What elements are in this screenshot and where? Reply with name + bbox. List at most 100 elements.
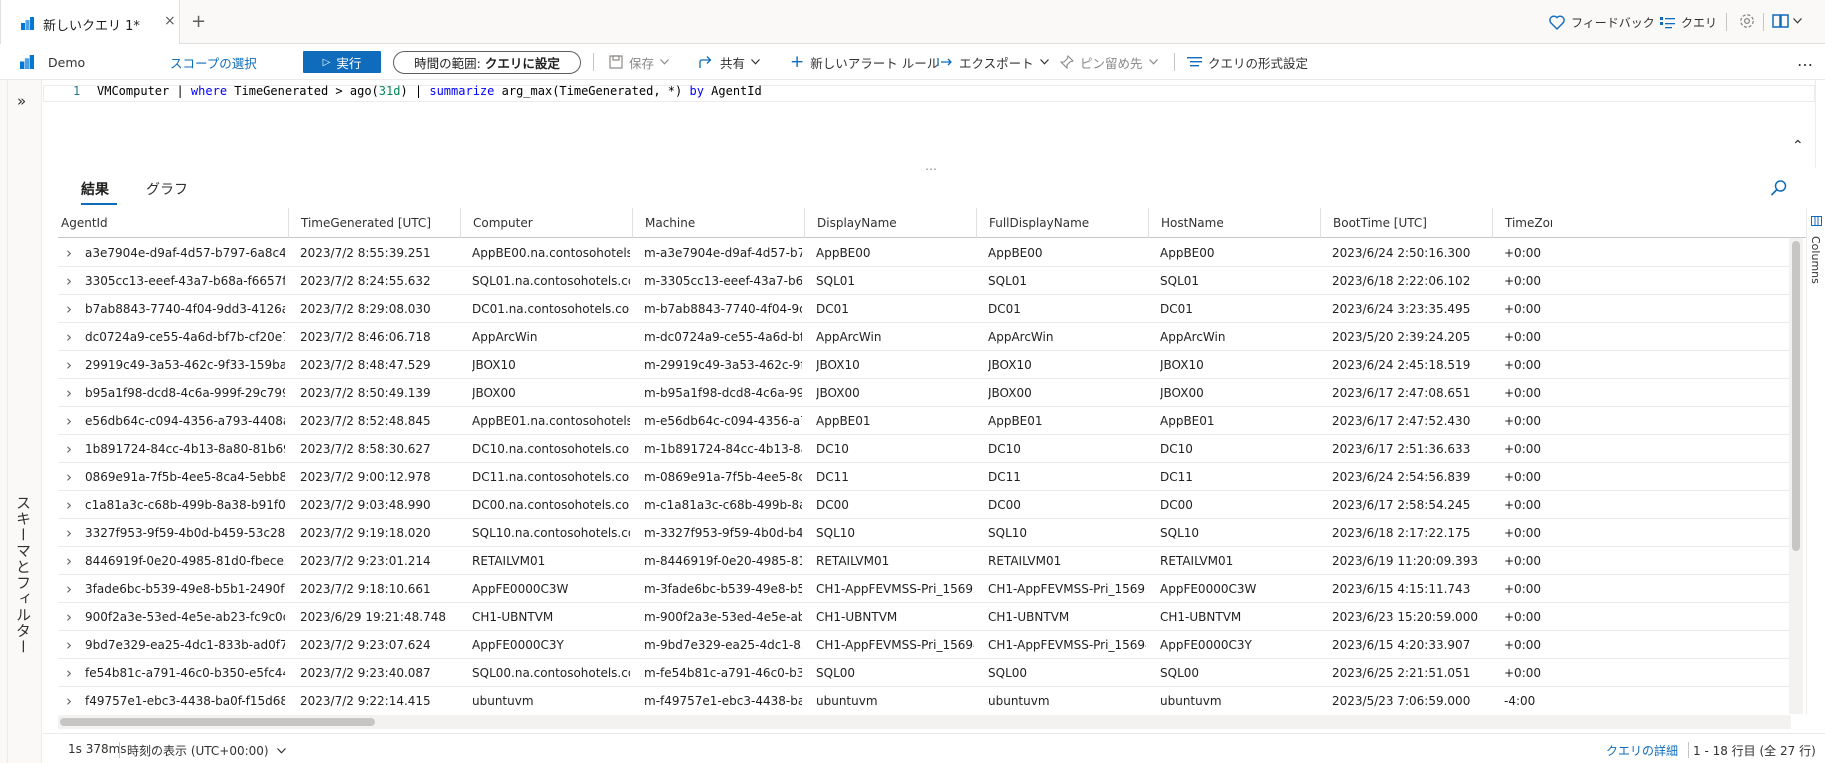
table-row[interactable]: › 3fade6bc-b539-49e8-b5b1-2490fe6d5709 202… [58, 575, 1790, 603]
expand-row-icon[interactable]: › [66, 491, 72, 519]
queries-button[interactable]: クエリ [1660, 14, 1717, 31]
table-row[interactable]: › 3327f953-9f59-4b0d-b459-53c28654a3bd 202… [58, 519, 1790, 547]
table-cell: CH1-UBNTVM [988, 610, 1070, 624]
query-editor[interactable]: 1 VMComputer | where TimeGenerated > ago… [43, 80, 1825, 168]
expand-row-icon[interactable]: › [66, 323, 72, 351]
table-row[interactable]: › b95a1f98-dcd8-4c6a-999f-29c799fd445b 202… [58, 379, 1790, 407]
expand-row-icon[interactable]: › [66, 631, 72, 659]
tab-chart[interactable]: グラフ [146, 179, 188, 199]
table-cell: m-3fade6bc-b539-49e8-b5b1-... [644, 582, 802, 596]
table-row[interactable]: › 0869e91a-7f5b-4ee5-8ca4-5ebb816d7a33 202… [58, 463, 1790, 491]
expand-row-icon[interactable]: › [66, 687, 72, 714]
table-cell: m-900f2a3e-53ed-4e5e-ab23-f... [644, 610, 802, 624]
query-tab[interactable]: 新しいクエリ 1* × [0, 0, 180, 44]
column-header[interactable]: DisplayName [804, 208, 976, 238]
table-row[interactable]: › b7ab8843-7740-4f04-9dd3-4126a776f1cb 202… [58, 295, 1790, 323]
expand-row-icon[interactable]: › [66, 547, 72, 575]
pin-to-button[interactable]: ピン留め先 [1060, 44, 1158, 80]
table-row[interactable]: › 8446919f-0e20-4985-81d0-fbece559568a 202… [58, 547, 1790, 575]
table-row[interactable]: › 9bd7e329-ea25-4dc1-833b-ad0f78b8bf57 202… [58, 631, 1790, 659]
timezone-selector[interactable]: 時刻の表示 (UTC+00:00) [127, 742, 286, 759]
table-cell: m-29919c49-3a53-462c-9f33-1... [644, 358, 802, 372]
table-cell: 2023/6/19 11:20:09.393 [1332, 554, 1478, 568]
splitter-handle[interactable]: … [925, 159, 938, 173]
more-options-button[interactable]: … [1797, 51, 1814, 70]
expand-row-icon[interactable]: › [66, 463, 72, 491]
column-header[interactable]: BootTime [UTC] [1320, 208, 1492, 238]
scroll-thumb[interactable] [1792, 241, 1800, 551]
column-header[interactable]: HostName [1148, 208, 1320, 238]
table-row[interactable]: › a3e7904e-d9af-4d57-b797-6a8c42f49a39 202… [58, 239, 1790, 267]
table-row[interactable]: › 1b891724-84cc-4b13-8a80-81b69e8790ec 202… [58, 435, 1790, 463]
panel-border [7, 80, 8, 763]
table-row[interactable]: › 900f2a3e-53ed-4e5e-ab23-fc9c0d5e6d2a 202… [58, 603, 1790, 631]
query-details-link[interactable]: クエリの詳細 [1606, 742, 1678, 759]
expand-row-icon[interactable]: › [66, 575, 72, 603]
table-cell: m-1b891724-84cc-4b13-8a80-... [644, 442, 802, 456]
horizontal-scrollbar[interactable] [58, 715, 1791, 729]
expand-panel-icon[interactable]: » [17, 92, 26, 110]
line-number: 1 [73, 84, 81, 98]
tab-close-button[interactable]: × [164, 13, 176, 29]
table-cell: DC00 [816, 498, 849, 512]
save-button[interactable]: 保存 [609, 44, 669, 80]
new-alert-rule-button[interactable]: + 新しいアラート ルール [790, 44, 939, 80]
gear-icon[interactable] [1738, 12, 1756, 30]
query-text[interactable]: VMComputer | where TimeGenerated > ago(3… [97, 84, 762, 98]
expand-row-icon[interactable]: › [66, 379, 72, 407]
format-query-button[interactable]: クエリの形式設定 [1187, 44, 1308, 80]
table-cell: +0:00 [1504, 666, 1542, 680]
collapse-editor-icon[interactable]: ⌃ [1792, 138, 1804, 154]
table-row[interactable]: › f49757e1-ebc3-4438-ba0f-f15d68be686a 202… [58, 687, 1790, 714]
table-cell: 0869e91a-7f5b-4ee5-8ca4-5ebb816d7a33 [85, 470, 285, 484]
table-row[interactable]: › fe54b81c-a791-46c0-b350-e5fc44582f5f 202… [58, 659, 1790, 687]
export-button[interactable]: エクスポート [937, 44, 1049, 80]
table-row[interactable]: › dc0724a9-ce55-4a6d-bf7b-cf20e76622c9 202… [58, 323, 1790, 351]
table-cell: b95a1f98-dcd8-4c6a-999f-29c799fd445b [85, 386, 285, 400]
expand-row-icon[interactable]: › [66, 603, 72, 631]
share-button[interactable]: 共有 [699, 44, 760, 80]
scroll-thumb[interactable] [60, 718, 375, 726]
column-header[interactable]: AgentId [58, 208, 288, 238]
expand-row-icon[interactable]: › [66, 659, 72, 687]
log-analytics-icon [21, 17, 34, 30]
table-cell: DC10 [816, 442, 849, 456]
table-cell: CH1-AppFEVMSS-Pri_15694 [816, 638, 974, 652]
column-header[interactable]: FullDisplayName [976, 208, 1148, 238]
run-button[interactable]: ▷ 実行 [303, 51, 381, 73]
select-scope-link[interactable]: スコープの選択 [170, 44, 257, 80]
feedback-button[interactable]: フィードバック [1549, 14, 1655, 31]
tab-results[interactable]: 結果 [81, 179, 109, 199]
table-cell: 2023/7/2 8:24:55.632 [300, 274, 431, 288]
table-cell: +0:00 [1504, 274, 1542, 288]
column-header[interactable]: TimeZon [1492, 208, 1552, 238]
table-row[interactable]: › e56db64c-c094-4356-a793-4408a6d1872d 202… [58, 407, 1790, 435]
table-row[interactable]: › 29919c49-3a53-462c-9f33-159bae6fa8e6 202… [58, 351, 1790, 379]
table-row[interactable]: › 3305cc13-eeef-43a7-b68a-f6657f3645c6 202… [58, 267, 1790, 295]
expand-row-icon[interactable]: › [66, 519, 72, 547]
new-tab-button[interactable]: + [191, 11, 206, 32]
columns-panel[interactable]: Columns [1806, 208, 1825, 714]
table-cell: +0:00 [1504, 302, 1542, 316]
table-cell: 2023/6/17 2:58:54.245 [1332, 498, 1471, 512]
column-header[interactable]: Computer [460, 208, 632, 238]
column-header[interactable]: Machine [632, 208, 804, 238]
expand-row-icon[interactable]: › [66, 239, 72, 267]
expand-row-icon[interactable]: › [66, 267, 72, 295]
column-header[interactable]: TimeGenerated [UTC] [288, 208, 460, 238]
expand-row-icon[interactable]: › [66, 295, 72, 323]
table-cell: JBOX10 [472, 358, 516, 372]
workspace-selector[interactable]: Demo [20, 44, 85, 80]
vertical-scrollbar[interactable] [1789, 238, 1803, 714]
expand-row-icon[interactable]: › [66, 435, 72, 463]
time-range-button[interactable]: 時間の範囲: クエリに設定 [393, 51, 581, 74]
editor-scrollbar[interactable] [1815, 80, 1825, 168]
table-cell: +0:00 [1504, 246, 1542, 260]
schema-filter-label[interactable]: スキーマとフィルター [13, 495, 34, 655]
table-row[interactable]: › c1a81a3c-c68b-499b-8a38-b91f004031f7 202… [58, 491, 1790, 519]
table-cell: SQL10 [1160, 526, 1200, 540]
expand-row-icon[interactable]: › [66, 351, 72, 379]
expand-row-icon[interactable]: › [66, 407, 72, 435]
search-icon[interactable] [1770, 179, 1788, 197]
book-menu-button[interactable] [1772, 13, 1802, 28]
